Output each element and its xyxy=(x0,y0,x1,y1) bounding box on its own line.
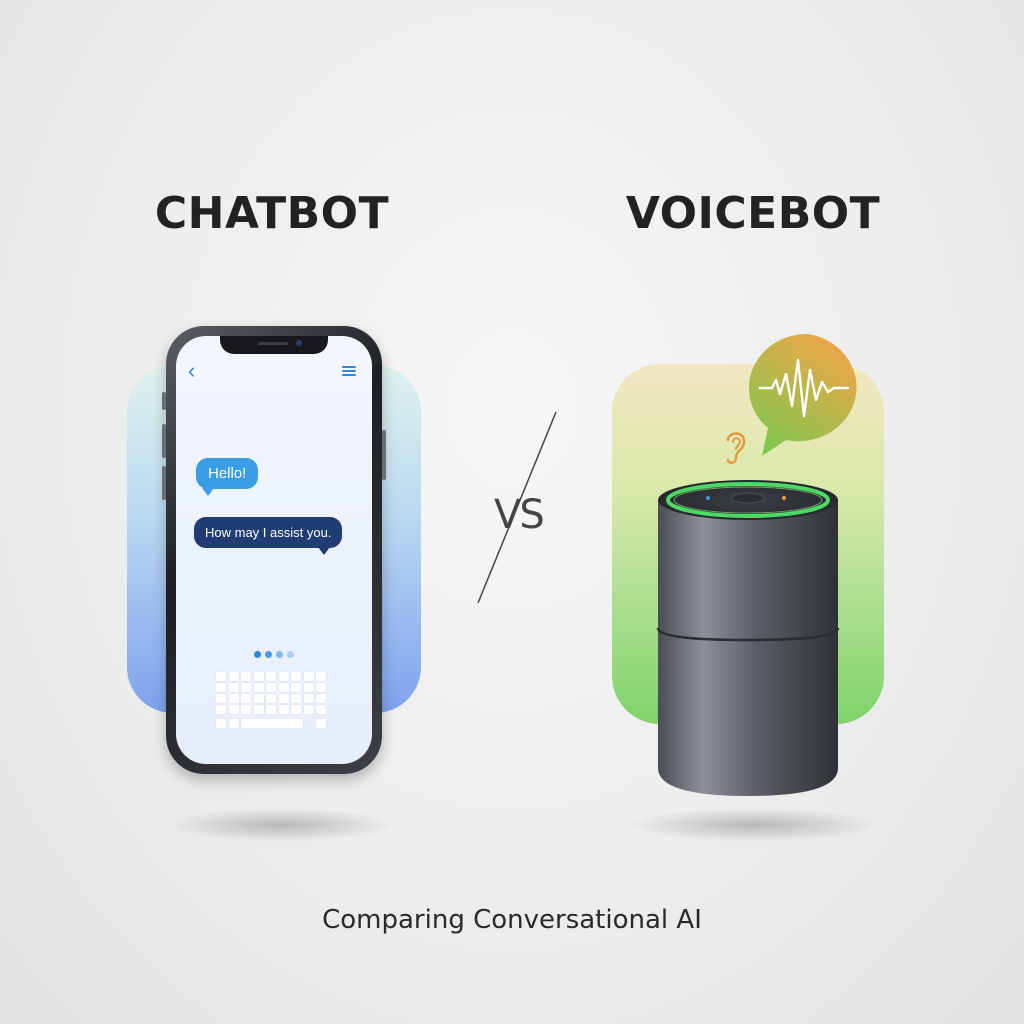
smartphone: ‹ Hello! How may I assist you. xyxy=(162,326,386,774)
keyboard-key[interactable] xyxy=(216,694,226,703)
keyboard-key[interactable] xyxy=(278,672,289,681)
phone-volume-down xyxy=(162,466,166,500)
phone-screen: ‹ Hello! How may I assist you. xyxy=(176,336,372,764)
vs-label: VS xyxy=(494,492,545,538)
keyboard-key[interactable] xyxy=(253,683,264,692)
phone-silent-switch xyxy=(162,392,166,410)
keyboard-key[interactable] xyxy=(253,694,264,703)
chatbot-title: CHATBOT xyxy=(154,188,390,239)
keyboard-key[interactable] xyxy=(316,705,326,714)
keyboard-key[interactable] xyxy=(253,672,264,681)
keyboard-key[interactable] xyxy=(266,694,276,703)
keyboard-key[interactable] xyxy=(241,694,251,703)
keyboard-key[interactable] xyxy=(303,683,314,692)
keyboard-key[interactable] xyxy=(228,683,239,692)
keyboard-key[interactable] xyxy=(216,672,226,681)
keyboard-key[interactable] xyxy=(266,705,276,714)
keyboard-key[interactable] xyxy=(316,694,326,703)
keyboard-key[interactable] xyxy=(241,672,251,681)
phone-volume-up xyxy=(162,424,166,458)
front-camera xyxy=(296,340,302,346)
keyboard-key[interactable] xyxy=(266,683,276,692)
voicebot-title: VOICEBOT xyxy=(625,188,881,239)
phone-power-button xyxy=(382,430,386,480)
keyboard-key[interactable] xyxy=(216,705,226,714)
speech-bubble-waveform-icon xyxy=(748,333,857,456)
keyboard-key[interactable] xyxy=(316,672,326,681)
keyboard-key[interactable] xyxy=(291,672,301,681)
keyboard-key[interactable] xyxy=(291,705,301,714)
chat-bubble-reply: How may I assist you. xyxy=(194,517,343,555)
keyboard-key[interactable] xyxy=(303,705,314,714)
keyboard[interactable] xyxy=(216,672,332,740)
keyboard-key[interactable] xyxy=(241,705,251,714)
keyboard-key[interactable] xyxy=(278,683,289,692)
keyboard-key[interactable] xyxy=(278,694,289,703)
phone-notch xyxy=(220,336,328,354)
typing-indicator xyxy=(254,651,298,659)
speaker-shadow xyxy=(628,808,878,842)
chat-bubble-greeting: Hello! xyxy=(196,458,259,496)
caption: Comparing Conversational AI xyxy=(322,905,702,935)
menu-icon[interactable] xyxy=(342,366,356,376)
keyboard-key[interactable] xyxy=(316,719,326,728)
keyboard-key[interactable] xyxy=(216,683,226,692)
keyboard-key[interactable] xyxy=(303,672,314,681)
keyboard-key[interactable] xyxy=(303,694,314,703)
keyboard-spacebar[interactable] xyxy=(241,719,303,728)
chevron-left-icon[interactable]: ‹ xyxy=(188,360,195,382)
keyboard-key[interactable] xyxy=(228,705,239,714)
keyboard-key[interactable] xyxy=(216,719,226,728)
keyboard-key[interactable] xyxy=(228,672,239,681)
keyboard-key[interactable] xyxy=(228,719,239,728)
phone-shadow xyxy=(168,808,394,842)
keyboard-key[interactable] xyxy=(228,694,239,703)
keyboard-key[interactable] xyxy=(316,683,326,692)
keyboard-key[interactable] xyxy=(253,705,264,714)
keyboard-key[interactable] xyxy=(266,672,276,681)
earpiece xyxy=(258,342,288,345)
keyboard-key[interactable] xyxy=(291,694,301,703)
keyboard-key[interactable] xyxy=(291,683,301,692)
keyboard-key[interactable] xyxy=(278,705,289,714)
smart-speaker xyxy=(656,480,840,796)
keyboard-key[interactable] xyxy=(241,683,251,692)
